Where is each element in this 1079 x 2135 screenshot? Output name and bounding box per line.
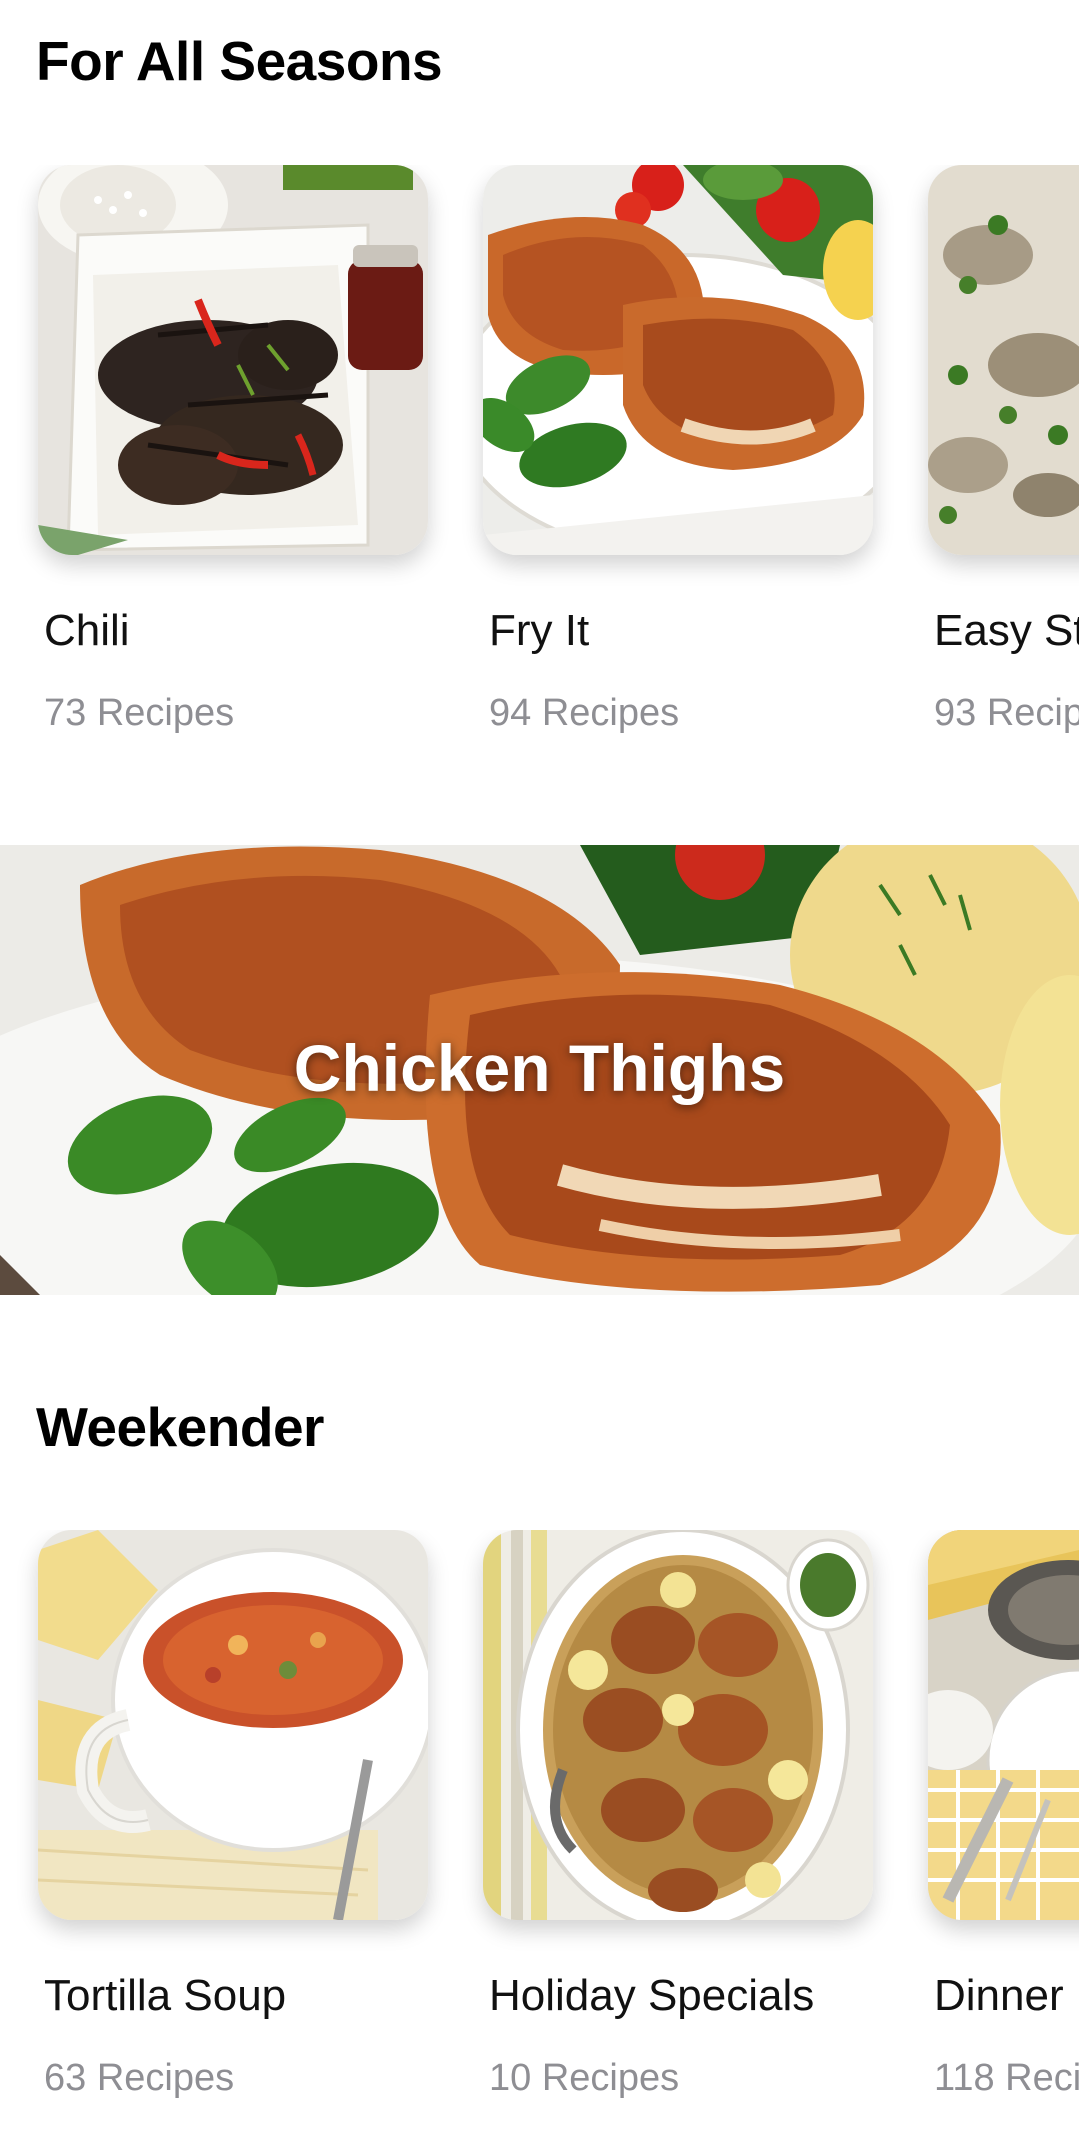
card-recipe-count: 118 Reci — [934, 2057, 1079, 2099]
card-image-fry-it[interactable] — [483, 165, 873, 555]
card-title: Chili — [44, 606, 130, 655]
card-image-dinner[interactable] — [928, 1530, 1079, 1920]
category-carousel[interactable]: Chili 73 Recipes Fry It 94 Recipes Easy … — [0, 165, 1079, 765]
card-title: Easy St — [934, 606, 1079, 655]
card-title: Dinner — [934, 1971, 1064, 2020]
category-card-holiday-specials[interactable]: Holiday Specials 10 Recipes — [483, 1530, 873, 2130]
card-image-holiday-specials[interactable] — [483, 1530, 873, 1920]
card-title: Fry It — [489, 606, 590, 655]
card-image-easy-st[interactable] — [928, 165, 1079, 555]
section-title: For All Seasons — [36, 30, 443, 92]
card-title: Holiday Specials — [489, 1971, 815, 2020]
section-title: Weekender — [36, 1396, 324, 1458]
banner-title: Chicken Thighs — [293, 1031, 786, 1105]
category-card-easy-st[interactable]: Easy St 93 Recip — [928, 165, 1079, 765]
category-card-tortilla-soup[interactable]: Tortilla Soup 63 Recipes — [38, 1530, 428, 2130]
card-recipe-count: 63 Recipes — [44, 2057, 235, 2099]
card-title: Tortilla Soup — [44, 1971, 287, 2020]
category-carousel[interactable]: Tortilla Soup 63 Recipes Holiday Special… — [0, 1530, 1079, 2130]
card-recipe-count: 73 Recipes — [44, 692, 235, 734]
section-for-all-seasons: For All Seasons Chili 73 Recipes Fry It … — [0, 0, 1079, 800]
section-weekender: Weekender Tortilla Soup 63 Recipes Holid… — [0, 1330, 1079, 2135]
card-recipe-count: 93 Recip — [934, 692, 1079, 734]
category-card-chili[interactable]: Chili 73 Recipes — [38, 165, 428, 765]
category-card-dinner[interactable]: Dinner 118 Reci — [928, 1530, 1079, 2130]
card-recipe-count: 94 Recipes — [489, 692, 680, 734]
featured-banner-chicken-thighs[interactable]: Chicken Thighs — [0, 845, 1079, 1295]
card-recipe-count: 10 Recipes — [489, 2057, 680, 2099]
card-image-chili[interactable] — [38, 165, 428, 555]
card-image-tortilla-soup[interactable] — [38, 1530, 428, 1920]
category-card-fry-it[interactable]: Fry It 94 Recipes — [483, 165, 873, 765]
